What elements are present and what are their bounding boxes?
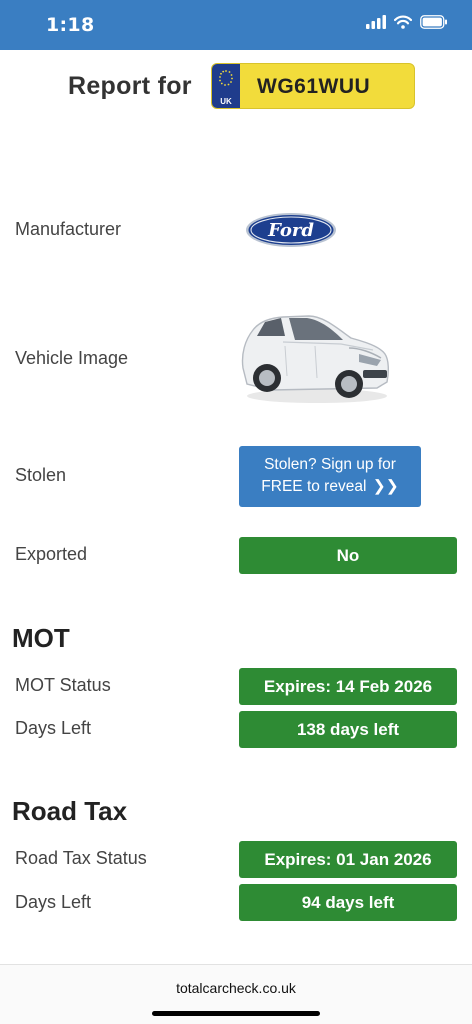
- registration-plate: UK WG61WUU: [211, 63, 415, 109]
- wifi-icon: [394, 15, 412, 29]
- road-tax-days-left-badge: 94 days left: [239, 884, 457, 921]
- ford-logo: Ford: [246, 213, 336, 247]
- mot-days-left-badge: 138 days left: [239, 711, 457, 748]
- home-indicator[interactable]: [152, 1011, 320, 1016]
- vehicle-image-label: Vehicle Image: [15, 348, 129, 368]
- report-header: Report for UK WG61WUU: [0, 62, 472, 110]
- browser-address-bar[interactable]: totalcarcheck.co.uk: [0, 964, 472, 1024]
- ford-logo-text: Ford: [267, 220, 314, 241]
- double-chevron-right-icon: ❯❯: [372, 478, 399, 495]
- road-tax-section-title: Road Tax: [12, 796, 128, 826]
- mot-status-label: MOT Status: [15, 675, 111, 695]
- exported-value-badge: No: [239, 537, 457, 574]
- vehicle-image: [241, 315, 390, 403]
- manufacturer-label: Manufacturer: [15, 219, 122, 239]
- status-bar: 1:18: [0, 0, 472, 50]
- site-url[interactable]: totalcarcheck.co.uk: [0, 980, 472, 996]
- mot-days-left-label: Days Left: [15, 718, 92, 738]
- road-tax-days-left-label: Days Left: [15, 892, 92, 912]
- exported-label: Exported: [15, 544, 88, 564]
- stolen-label: Stolen: [15, 465, 67, 485]
- cellular-signal-icon: [366, 15, 386, 29]
- mot-status-badge: Expires: 14 Feb 2026: [239, 668, 457, 705]
- plate-country: UK: [220, 97, 232, 106]
- stolen-button-line2: FREE to reveal: [261, 478, 367, 495]
- status-time: 1:18: [46, 14, 95, 36]
- battery-icon: [420, 15, 447, 29]
- stolen-reveal-button[interactable]: Stolen? Sign up for FREE to reveal ❯❯: [239, 446, 421, 507]
- eu-stars-icon: [219, 70, 233, 86]
- road-tax-status-badge: Expires: 01 Jan 2026: [239, 841, 457, 878]
- mot-section-title: MOT: [12, 623, 70, 653]
- plate-number: WG61WUU: [257, 75, 371, 98]
- plate-country-band: UK: [212, 64, 240, 108]
- status-icons: [366, 15, 448, 29]
- stolen-button-line1: Stolen? Sign up for: [264, 456, 396, 473]
- road-tax-status-label: Road Tax Status: [15, 848, 147, 868]
- report-title: Report for: [68, 72, 192, 100]
- stolen-button-line2-wrap: FREE to reveal ❯❯: [239, 476, 421, 498]
